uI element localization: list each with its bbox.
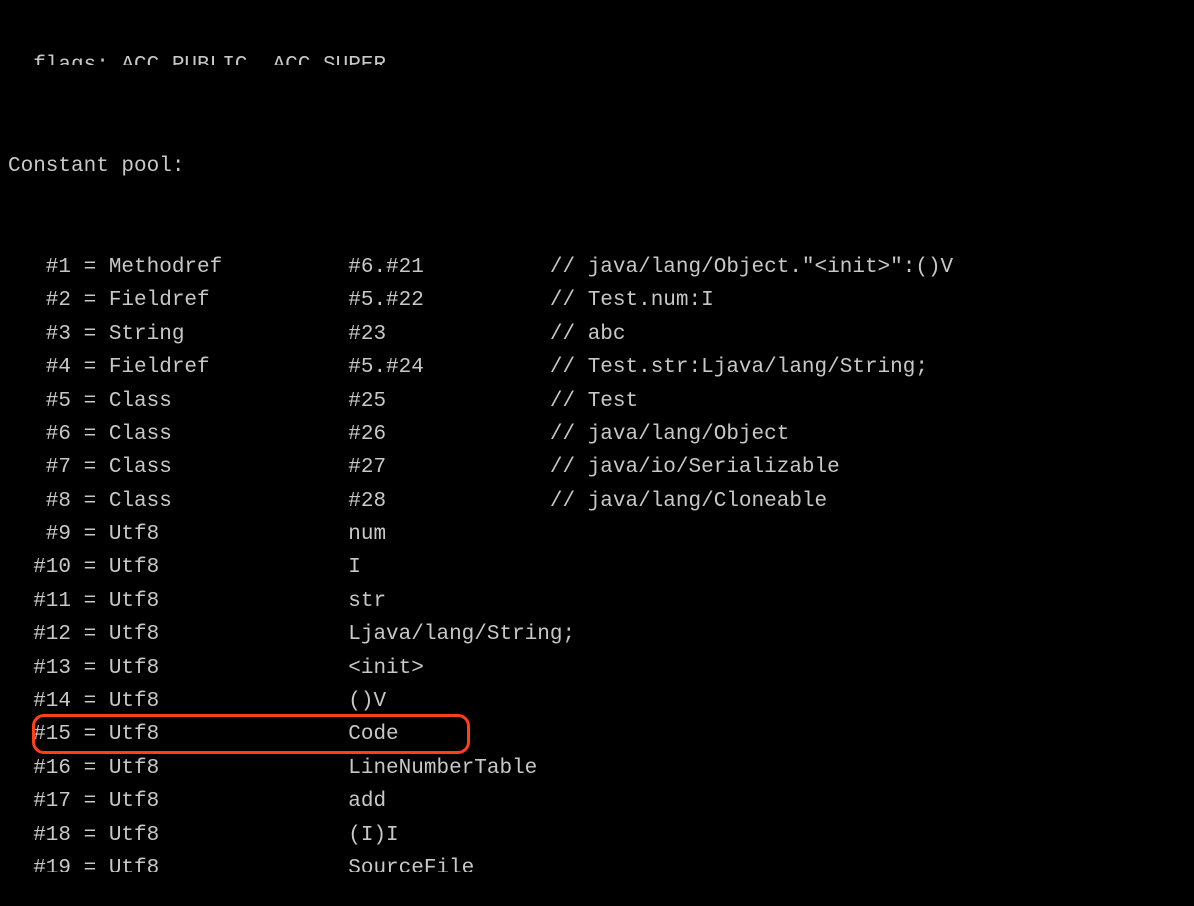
terminal-output: flags: ACC_PUBLIC, ACC_SUPER Constant po… — [0, 0, 1194, 906]
constant-pool-header: Constant pool: — [8, 150, 1186, 183]
constant-pool-entry: #12 = Utf8 Ljava/lang/String; — [8, 618, 1186, 651]
constant-pool-entry: #7 = Class #27 // java/io/Serializable — [8, 451, 1186, 484]
constant-pool-entry: #11 = Utf8 str — [8, 585, 1186, 618]
constant-pool-entry: #9 = Utf8 num — [8, 518, 1186, 551]
constant-pool-entry: #15 = Utf8 Code — [8, 718, 1186, 751]
constant-pool-entry: #14 = Utf8 ()V — [8, 685, 1186, 718]
highlight-annotation — [32, 714, 470, 754]
constant-pool-entry: #17 = Utf8 add — [8, 785, 1186, 818]
constant-pool-entry: #8 = Class #28 // java/lang/Cloneable — [8, 485, 1186, 518]
constant-pool-entry: #2 = Fieldref #5.#22 // Test.num:I — [8, 284, 1186, 317]
constant-pool-entry: #19 = Utf8 SourceFile — [8, 852, 1186, 872]
constant-pool-entry: #3 = String #23 // abc — [8, 318, 1186, 351]
constant-pool-entry: #10 = Utf8 I — [8, 551, 1186, 584]
constant-pool-entry: #16 = Utf8 LineNumberTable — [8, 752, 1186, 785]
constant-pool-entry: #6 = Class #26 // java/lang/Object — [8, 418, 1186, 451]
constant-pool-entry: #13 = Utf8 <init> — [8, 652, 1186, 685]
flags-line-partial: flags: ACC_PUBLIC, ACC_SUPER — [8, 49, 1186, 65]
constant-pool-entry: #1 = Methodref #6.#21 // java/lang/Objec… — [8, 251, 1186, 284]
constant-pool-entry: #18 = Utf8 (I)I — [8, 819, 1186, 852]
constant-pool-entry: #4 = Fieldref #5.#24 // Test.str:Ljava/l… — [8, 351, 1186, 384]
constant-pool-entry: #5 = Class #25 // Test — [8, 385, 1186, 418]
